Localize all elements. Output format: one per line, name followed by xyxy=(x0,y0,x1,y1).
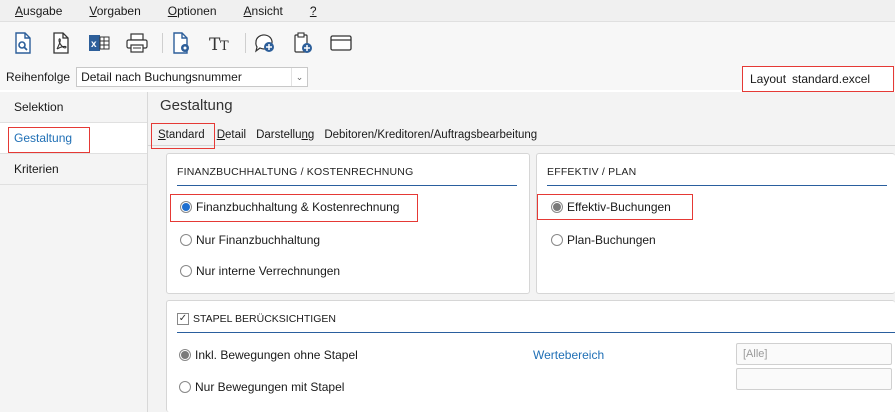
sort-label: Reihenfolge xyxy=(6,70,71,84)
radio-label: Nur interne Verrechnungen xyxy=(196,264,341,278)
checkbox-label: STAPEL BERÜCKSICHTIGEN xyxy=(193,313,336,325)
window-icon[interactable] xyxy=(328,30,354,56)
range-field-1[interactable]: [Alle] xyxy=(736,343,892,365)
menu-bar: Ausgabe Vorgaben Optionen Ansicht ? xyxy=(0,0,895,22)
radio-nur-intern[interactable]: Nur interne Verrechnungen xyxy=(180,264,340,278)
panel-divider xyxy=(547,185,887,186)
radio-nur-mit-stapel[interactable]: Nur Bewegungen mit Stapel xyxy=(179,380,344,394)
tab-bar: Standard Detail Darstellung Debitoren/Kr… xyxy=(148,124,895,146)
stapel-checkbox[interactable]: ✓ STAPEL BERÜCKSICHTIGEN xyxy=(177,313,336,325)
panel-finanzbuchhaltung: FINANZBUCHHALTUNG / KOSTENRECHNUNG Finan… xyxy=(166,153,530,294)
radio-label: Nur Bewegungen mit Stapel xyxy=(195,380,345,394)
radio-icon xyxy=(551,234,563,246)
main-panel: Gestaltung Standard Detail Darstellung D… xyxy=(148,92,895,412)
comment-add-icon[interactable] xyxy=(252,30,278,56)
layout-field[interactable]: Layout standard.excel xyxy=(742,66,894,92)
menu-ausgabe[interactable]: Ausgabe xyxy=(6,4,71,18)
radio-selected-icon xyxy=(179,349,191,361)
tab-darstellung[interactable]: Darstellung xyxy=(254,129,316,145)
svg-text:T: T xyxy=(220,39,229,53)
preview-icon[interactable] xyxy=(10,30,36,56)
chevron-down-icon[interactable]: ⌄ xyxy=(291,68,307,86)
panel-stapel: ✓ STAPEL BERÜCKSICHTIGEN Inkl. Bewegunge… xyxy=(166,300,895,412)
toolbar-divider xyxy=(245,33,246,53)
tab-debitoren[interactable]: Debitoren/Kreditoren/Auftragsbearbeitung xyxy=(322,129,539,145)
excel-icon[interactable]: x xyxy=(86,30,112,56)
menu-vorgaben[interactable]: Vorgaben xyxy=(80,4,149,18)
radio-icon xyxy=(180,265,192,277)
radio-label: Plan-Buchungen xyxy=(567,233,656,247)
page-settings-icon[interactable] xyxy=(169,30,195,56)
pdf-icon[interactable] xyxy=(48,30,74,56)
print-icon[interactable] xyxy=(124,30,150,56)
page-title: Gestaltung xyxy=(160,97,233,114)
wertebereich-link[interactable]: Wertebereich xyxy=(533,348,604,362)
sidebar-item-label: Selektion xyxy=(14,100,64,114)
sort-value: Detail nach Buchungsnummer xyxy=(81,70,242,84)
range-field-2[interactable] xyxy=(736,368,892,390)
toolbar-divider xyxy=(162,33,163,53)
radio-label: Nur Finanzbuchhaltung xyxy=(196,233,321,247)
font-icon[interactable]: TT xyxy=(207,30,233,56)
sidebar-item-selektion[interactable]: Selektion xyxy=(0,92,147,123)
panel-effektiv-plan: EFFEKTIV / PLAN Effektiv-Buchungen Plan-… xyxy=(536,153,895,294)
toolbar: x TT xyxy=(0,22,895,64)
radio-inkl-ohne-stapel[interactable]: Inkl. Bewegungen ohne Stapel xyxy=(179,348,358,362)
tab-detail[interactable]: Detail xyxy=(215,129,248,145)
clipboard-add-icon[interactable] xyxy=(290,30,316,56)
radio-icon xyxy=(180,234,192,246)
highlight-box xyxy=(8,127,90,153)
radio-plan[interactable]: Plan-Buchungen xyxy=(551,233,656,247)
panel-divider xyxy=(177,332,895,333)
checkbox-checked-icon: ✓ xyxy=(177,313,189,325)
panel-divider xyxy=(177,185,517,186)
menu-help[interactable]: ? xyxy=(301,4,326,18)
radio-nur-fibu[interactable]: Nur Finanzbuchhaltung xyxy=(180,233,320,247)
svg-text:x: x xyxy=(91,39,97,50)
layout-value: standard.excel xyxy=(792,72,871,86)
highlight-box xyxy=(170,194,418,222)
panel-title: FINANZBUCHHALTUNG / KOSTENRECHNUNG xyxy=(177,166,414,178)
layout-label: Layout xyxy=(750,72,787,86)
radio-icon xyxy=(179,381,191,393)
highlight-box xyxy=(537,194,693,220)
panel-title: EFFEKTIV / PLAN xyxy=(547,166,637,178)
menu-optionen[interactable]: Optionen xyxy=(159,4,226,18)
highlight-box xyxy=(151,123,215,149)
menu-ansicht[interactable]: Ansicht xyxy=(235,4,292,18)
radio-label: Inkl. Bewegungen ohne Stapel xyxy=(195,348,358,362)
sidebar-item-label: Kriterien xyxy=(14,162,59,176)
sidebar-item-kriterien[interactable]: Kriterien xyxy=(0,154,147,185)
sort-select[interactable]: Detail nach Buchungsnummer ⌄ xyxy=(76,67,309,87)
